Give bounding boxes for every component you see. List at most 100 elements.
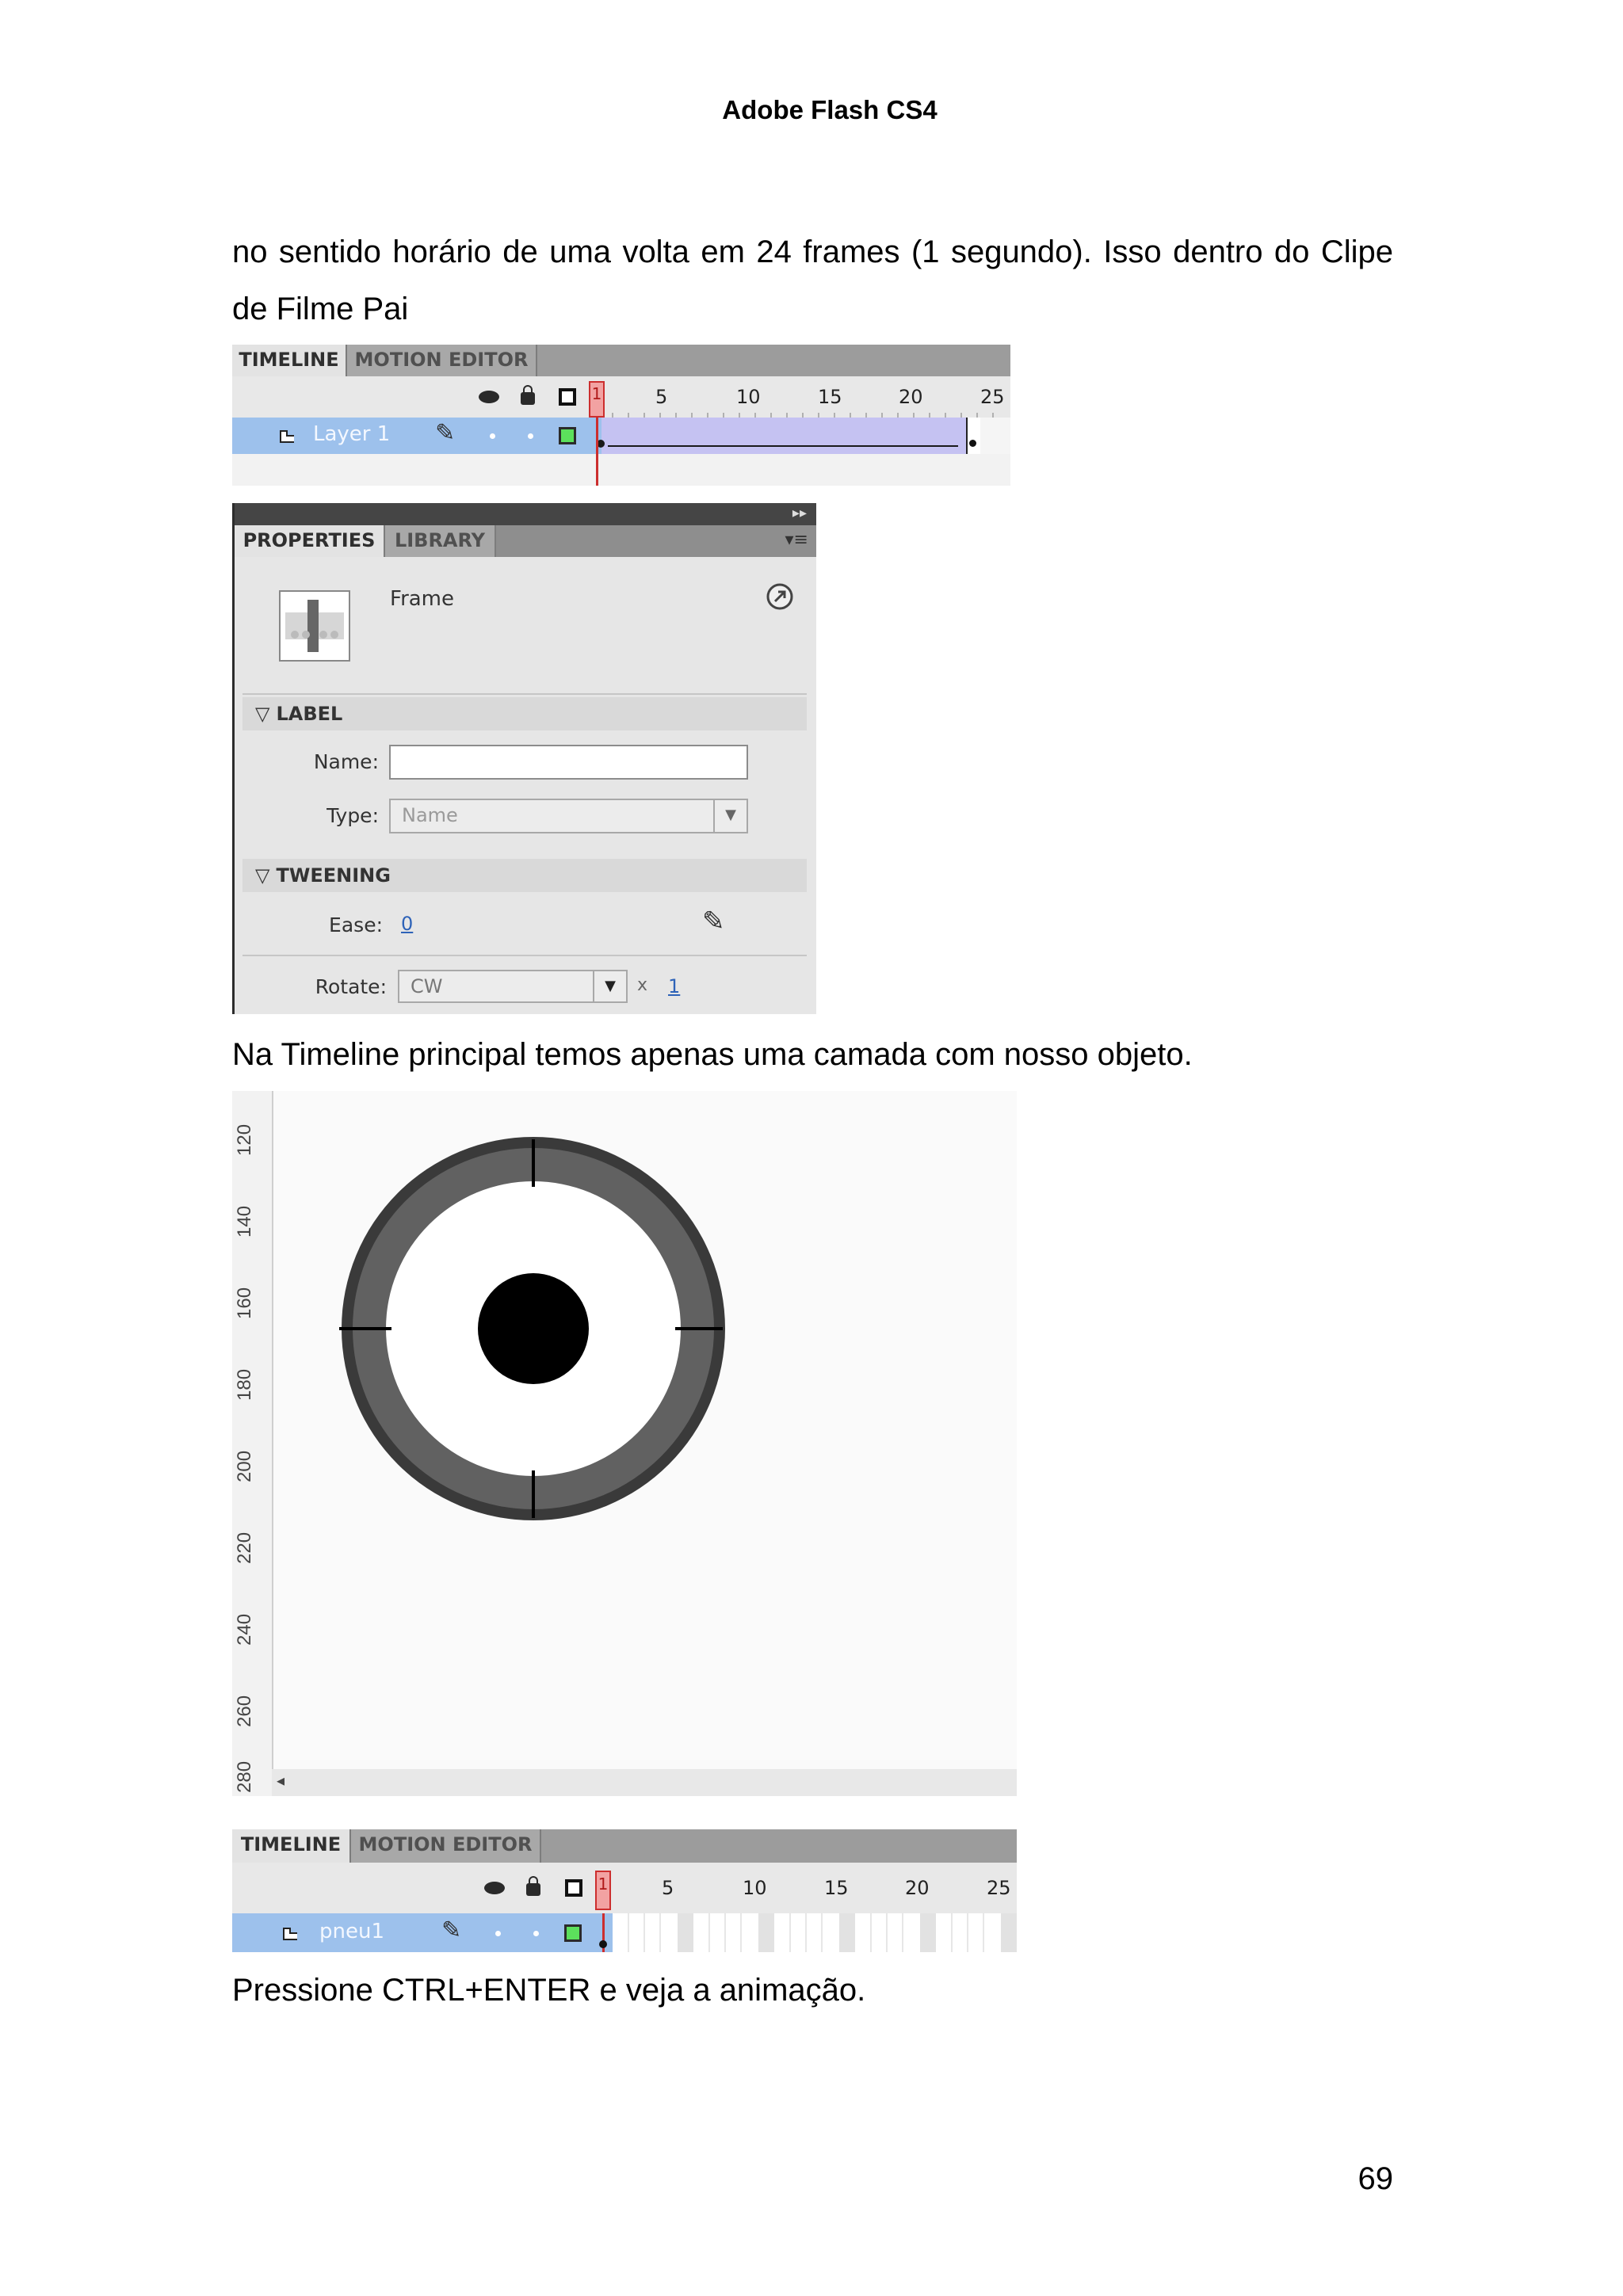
outline-color-box[interactable] <box>564 1924 582 1942</box>
frame-number: 10 <box>743 1877 767 1899</box>
tab-library[interactable]: LIBRARY <box>385 525 496 557</box>
ease-field-label: Ease: <box>329 913 383 936</box>
label-section-header[interactable]: ▽ LABEL <box>242 697 807 730</box>
body-paragraph: Na Timeline principal temos apenas uma c… <box>232 1037 1193 1072</box>
layer-name[interactable]: Layer 1 <box>313 422 390 446</box>
ease-value[interactable]: 0 <box>401 913 413 935</box>
ruler-label: 140 <box>234 1205 255 1238</box>
layer-icon <box>280 430 294 443</box>
outline-color-box[interactable] <box>559 427 576 444</box>
rotate-value: CW <box>411 975 443 997</box>
divider <box>242 955 807 956</box>
collapse-triangle-icon: ▽ <box>255 864 270 887</box>
page-header: Adobe Flash CS4 <box>722 95 938 124</box>
keyframe-end[interactable] <box>966 418 982 454</box>
frame-name-input[interactable] <box>389 745 748 780</box>
label-type-select[interactable]: Name ▼ <box>389 799 748 833</box>
scroll-left-arrow[interactable]: ◂ <box>277 1771 285 1791</box>
rotate-times-value[interactable]: 1 <box>668 975 680 997</box>
tweening-section-header[interactable]: ▽ TWEENING <box>242 859 807 892</box>
ruler-label: 120 <box>234 1123 255 1156</box>
tire-hub <box>478 1273 589 1384</box>
help-icon[interactable] <box>766 582 794 611</box>
playhead-frame-indicator[interactable]: 1 <box>595 1871 611 1910</box>
pencil-icon: ✎ <box>441 1917 462 1944</box>
lock-icon[interactable] <box>521 385 535 405</box>
keyframe-dot[interactable] <box>599 1940 607 1948</box>
rotate-select[interactable]: CW ▼ <box>398 970 628 1003</box>
tween-span[interactable] <box>597 418 966 454</box>
object-type-label: Frame <box>390 587 455 611</box>
timeline-panel: TIMELINE MOTION EDITOR 1 5 10 15 20 25 L… <box>232 345 1010 486</box>
horizontal-scrollbar[interactable]: ◂ <box>272 1769 1017 1796</box>
frame-number: 5 <box>662 1877 674 1899</box>
label-section-title: LABEL <box>276 703 343 725</box>
type-field-label: Type: <box>327 804 379 827</box>
tire-graphic[interactable] <box>339 1135 727 1523</box>
panel-menu-icon[interactable]: ▾≡ <box>785 530 808 550</box>
timeline-header: 1 5 10 15 20 25 <box>232 1863 1017 1913</box>
layer-name[interactable]: pneu1 <box>319 1920 384 1943</box>
visibility-dot[interactable] <box>490 433 495 439</box>
divider <box>242 693 807 695</box>
frame-number: 25 <box>980 386 1005 408</box>
properties-panel: ▸▸ PROPERTIES LIBRARY ▾≡ Frame ▽ LABEL Na… <box>232 503 816 1014</box>
tab-timeline[interactable]: TIMELINE <box>232 345 347 376</box>
playhead-line <box>596 418 598 486</box>
frame-number: 15 <box>824 1877 849 1899</box>
page-number: 69 <box>1358 2161 1394 2196</box>
edit-ease-icon[interactable]: ✎ <box>702 906 725 937</box>
rotate-field-label: Rotate: <box>315 975 387 998</box>
eye-icon[interactable] <box>479 391 499 403</box>
frame-number: 25 <box>987 1877 1011 1899</box>
empty-frame-cells <box>613 1913 1017 1952</box>
lock-dot[interactable] <box>533 1931 539 1936</box>
tab-properties[interactable]: PROPERTIES <box>235 525 385 557</box>
frame-number: 20 <box>899 386 923 408</box>
collapse-triangle-icon: ▽ <box>255 703 270 725</box>
playhead-frame-indicator[interactable]: 1 <box>589 381 605 418</box>
frame-number: 10 <box>736 386 761 408</box>
lock-icon[interactable] <box>526 1876 540 1896</box>
eye-icon[interactable] <box>484 1882 505 1894</box>
ruler-label: 280 <box>234 1760 255 1793</box>
layer-row[interactable]: Layer 1 ✎ <box>232 418 1010 454</box>
visibility-dot[interactable] <box>495 1931 501 1936</box>
body-paragraph: Pressione CTRL+ENTER e veja a animação. <box>232 1973 866 2008</box>
name-field-label: Name: <box>313 750 379 773</box>
timeline-header: 1 5 10 15 20 25 <box>232 376 1010 418</box>
tab-motion-editor[interactable]: MOTION EDITOR <box>347 345 537 376</box>
lock-dot[interactable] <box>528 433 533 439</box>
timeline-footer <box>232 454 1010 486</box>
frame-number: 5 <box>655 386 668 408</box>
pencil-icon: ✎ <box>435 419 456 447</box>
tweening-section-title: TWEENING <box>276 864 391 887</box>
stage-area: 120 140 160 180 200 220 240 260 280 ◂ <box>232 1091 1017 1796</box>
frame-number: 20 <box>905 1877 930 1899</box>
frame-ruler-ticks <box>612 413 994 418</box>
timeline-tab-bar: TIMELINE MOTION EDITOR <box>232 345 1010 378</box>
outline-icon[interactable] <box>565 1879 582 1897</box>
layer-row[interactable]: pneu1 ✎ <box>232 1913 613 1952</box>
timeline-panel: TIMELINE MOTION EDITOR 1 5 10 15 20 25 p… <box>232 1829 1017 1952</box>
chevron-down-icon[interactable]: ▼ <box>713 800 747 832</box>
ruler-label: 260 <box>234 1695 255 1727</box>
frame-number: 15 <box>818 386 842 408</box>
outline-icon[interactable] <box>559 388 576 406</box>
tween-arrow-line <box>608 445 958 447</box>
empty-frames <box>980 418 1010 454</box>
rotate-times-symbol: x <box>637 975 648 995</box>
vertical-ruler: 120 140 160 180 200 220 240 260 280 <box>232 1091 273 1796</box>
collapse-icon[interactable]: ▸▸ <box>792 505 807 521</box>
label-type-value: Name <box>402 804 458 826</box>
layer-icon <box>283 1928 297 1940</box>
panel-top-bar: ▸▸ <box>235 503 816 525</box>
timeline-tab-bar: TIMELINE MOTION EDITOR <box>232 1829 1017 1864</box>
frame-type-icon <box>279 590 350 662</box>
properties-tab-bar: PROPERTIES LIBRARY ▾≡ <box>235 525 816 557</box>
tab-timeline[interactable]: TIMELINE <box>232 1829 351 1863</box>
tab-motion-editor[interactable]: MOTION EDITOR <box>351 1829 541 1863</box>
ruler-label: 200 <box>234 1450 255 1482</box>
ruler-label: 180 <box>234 1368 255 1401</box>
chevron-down-icon[interactable]: ▼ <box>593 971 626 1001</box>
